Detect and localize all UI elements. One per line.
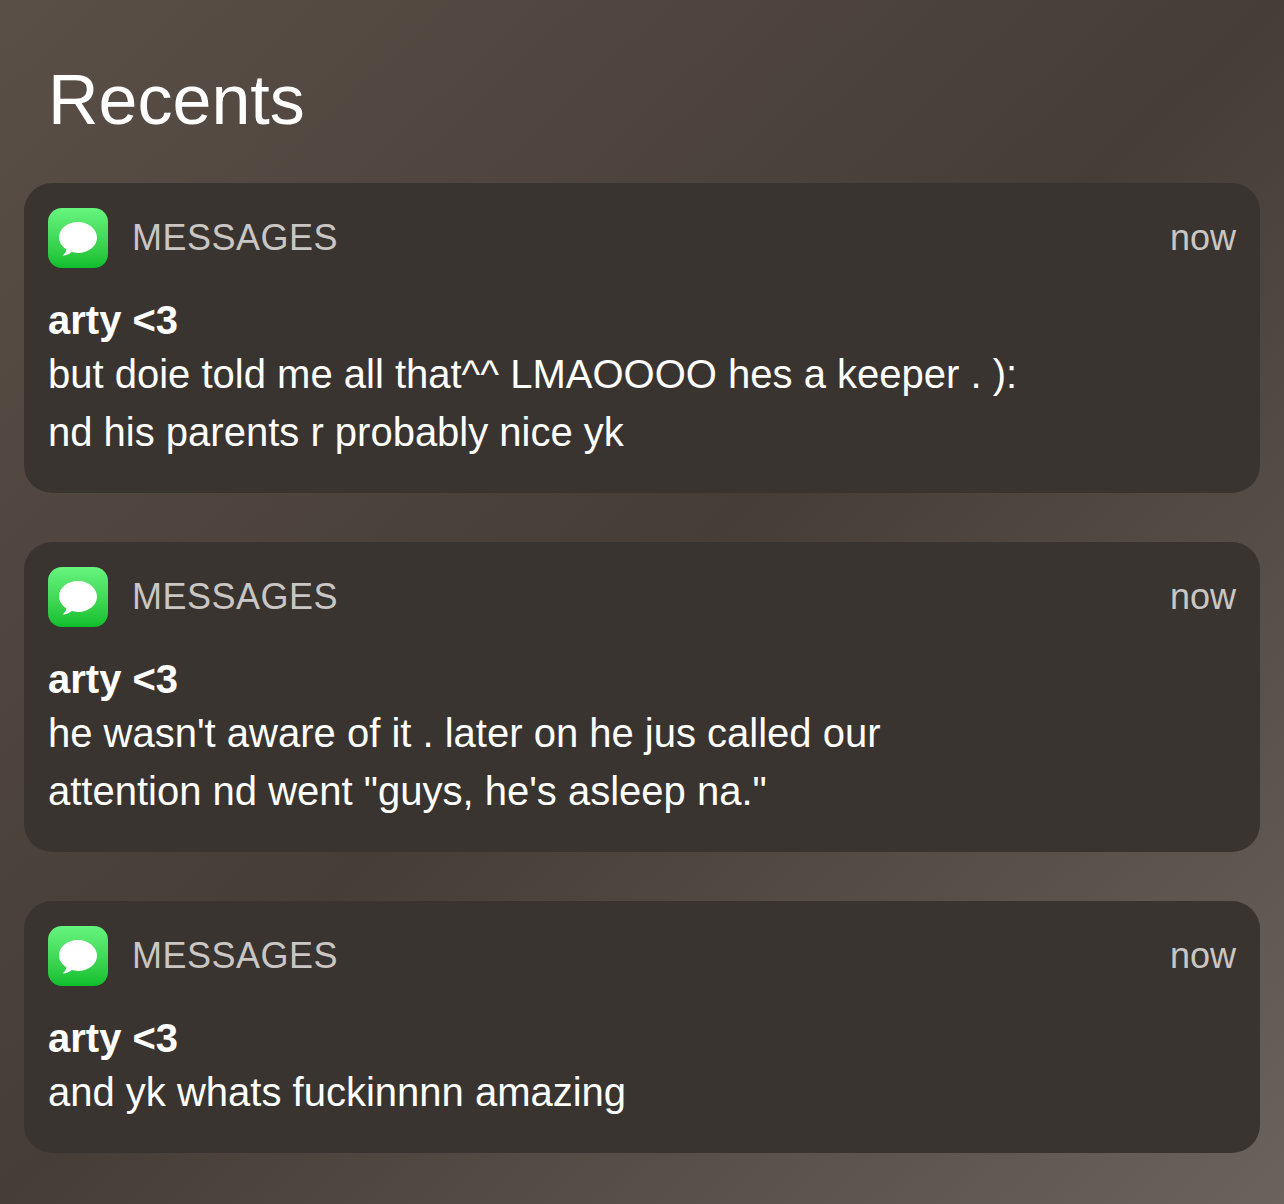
notification-card[interactable]: MESSAGES now arty <3he wasn't aware of it … [24,542,1260,852]
message-line: he wasn't aware of it . later on he jus … [48,704,1236,762]
app-name: MESSAGES [132,216,338,260]
speech-bubble-icon [56,936,100,976]
message-line: and yk whats fuckinnnn amazing [48,1063,1236,1121]
notification-list: MESSAGESnowarty <3but doie told me all t… [24,183,1260,1153]
recents-heading: Recents [24,58,1260,142]
app-name: MESSAGES [132,934,338,978]
notification-time: now [1170,575,1236,619]
app-name: MESSAGES [132,575,338,619]
sender-name: arty <3 [48,295,1236,345]
message-line: attention nd went "guys, he's asleep na.… [48,762,1236,820]
messages-app-icon [48,926,108,986]
messages-app-icon [48,208,108,268]
notification-header: MESSAGES now [48,567,1236,627]
notification-card[interactable]: MESSAGES now arty <3but doie told me all t… [24,183,1260,493]
notification-center: RecentsMESSAGESnowarty <3but doie told m… [0,0,1284,1204]
message-line: nd his parents r probably nice yk [48,403,1236,461]
notification-header: MESSAGES now [48,208,1236,268]
notification-header: MESSAGES now [48,926,1236,986]
message-line: but doie told me all that^^ LMAOOOO hes … [48,345,1236,403]
notification-card[interactable]: MESSAGES now arty <3and yk whats fuckinnnn… [24,901,1260,1153]
messages-app-icon [48,567,108,627]
speech-bubble-icon [56,218,100,258]
sender-name: arty <3 [48,654,1236,704]
sender-name: arty <3 [48,1013,1236,1063]
speech-bubble-icon [56,577,100,617]
notification-time: now [1170,934,1236,978]
notification-time: now [1170,216,1236,260]
